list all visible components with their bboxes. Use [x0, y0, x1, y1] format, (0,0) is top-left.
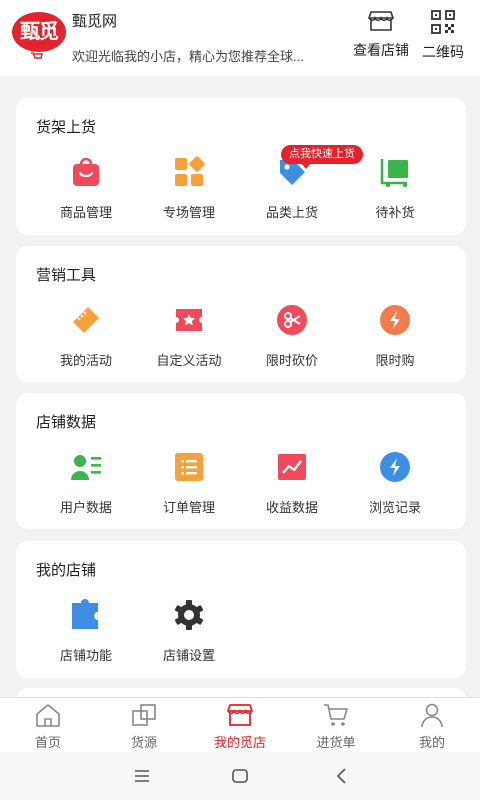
section-shelf: 货架上货 商品管理 专场管理 品类上货 待补货 点我快速上货 — [16, 98, 466, 235]
item-label: 待补货 — [375, 205, 415, 220]
shop-description: 欢迎光临我的小店，精心为您推荐全球... — [72, 49, 304, 64]
item-label: 限时购 — [375, 353, 415, 368]
user-card-icon — [71, 455, 101, 480]
gear-icon — [174, 600, 204, 630]
chart-icon — [278, 454, 306, 480]
flash-icon — [380, 452, 410, 482]
order-management-button[interactable]: 订单管理 — [139, 451, 239, 516]
tab-label: 我的 — [418, 735, 445, 750]
revenue-data-button[interactable]: 收益数据 — [242, 451, 342, 516]
item-label: 限时砍价 — [265, 353, 318, 368]
cut-price-icon — [277, 305, 307, 335]
item-label: 专场管理 — [162, 205, 215, 220]
cart-icon — [380, 159, 408, 188]
special-management-button[interactable]: 专场管理 — [139, 156, 239, 221]
shop-settings-button[interactable]: 店铺设置 — [139, 599, 239, 664]
view-shop-button[interactable]: 查看店铺 — [346, 10, 416, 66]
quick-listing-badge[interactable]: 点我快速上货 — [281, 145, 363, 169]
qrcode-button[interactable]: 二维码 — [408, 10, 478, 66]
item-label: 店铺功能 — [59, 648, 112, 663]
grid-icon — [175, 156, 205, 186]
view-shop-label: 查看店铺 — [353, 42, 409, 58]
user-data-button[interactable]: 用户数据 — [36, 451, 136, 516]
system-nav-bar — [0, 752, 480, 800]
section-title: 营销工具 — [36, 267, 97, 284]
logo-text: 甄觅 — [12, 12, 66, 52]
star-coupon-icon — [176, 309, 202, 331]
tab-home[interactable]: 首页 — [0, 702, 96, 751]
menu-icon[interactable] — [130, 764, 154, 788]
flash-sale-button[interactable]: 限时购 — [345, 304, 445, 369]
logo-cart-icon — [31, 52, 43, 59]
tab-purchase-list[interactable]: 进货单 — [288, 702, 384, 751]
store-icon — [227, 704, 253, 726]
list-icon — [175, 453, 203, 481]
tab-label: 货源 — [130, 735, 157, 750]
source-icon — [132, 704, 156, 726]
tab-my-store[interactable]: 我的觅店 — [192, 702, 288, 751]
tab-label: 首页 — [34, 735, 61, 750]
tab-profile[interactable]: 我的 — [384, 702, 480, 751]
product-management-button[interactable]: 商品管理 — [36, 156, 136, 221]
store-icon — [368, 11, 394, 31]
browse-history-button[interactable]: 浏览记录 — [345, 451, 445, 516]
restock-button[interactable]: 待补货 — [345, 156, 445, 221]
flash-icon — [380, 305, 410, 335]
tab-label: 进货单 — [316, 735, 356, 750]
item-label: 店铺设置 — [162, 648, 215, 663]
section-shop-data: 店铺数据 用户数据 订单管理 收益数据 浏览记录 — [16, 393, 466, 529]
section-title: 我的店铺 — [36, 562, 97, 579]
section-title: 店铺数据 — [36, 414, 97, 431]
header: 甄觅 甄觅网 欢迎光临我的小店，精心为您推荐全球... 查看店铺 二维码 — [0, 0, 480, 76]
puzzle-icon — [72, 599, 98, 629]
my-activity-button[interactable]: 我的活动 — [36, 304, 136, 369]
item-label: 商品管理 — [59, 205, 112, 220]
home-icon — [36, 704, 60, 727]
section-marketing: 营销工具 我的活动 自定义活动 限时砍价 限时购 — [16, 246, 466, 382]
section-my-shop: 我的店铺 店铺功能 店铺设置 — [16, 541, 466, 678]
custom-activity-button[interactable]: 自定义活动 — [139, 304, 239, 369]
category-listing-button[interactable]: 品类上货 — [242, 156, 342, 221]
section-title: 货架上货 — [36, 119, 97, 136]
qrcode-label: 二维码 — [422, 44, 464, 60]
ticket-icon — [73, 307, 99, 333]
item-label: 品类上货 — [265, 205, 318, 220]
item-label: 订单管理 — [162, 500, 215, 515]
shop-features-button[interactable]: 店铺功能 — [36, 599, 136, 664]
back-icon[interactable] — [330, 764, 354, 788]
person-icon — [421, 703, 443, 728]
bottom-tab-bar: 首页 货源 我的觅店 进货单 我的 — [0, 697, 480, 752]
item-label: 我的活动 — [59, 353, 112, 368]
bag-icon — [73, 157, 99, 186]
cart-icon — [324, 704, 348, 726]
qrcode-icon — [431, 10, 455, 34]
item-label: 自定义活动 — [156, 353, 222, 368]
home-button-icon[interactable] — [228, 764, 252, 788]
item-label: 浏览记录 — [368, 500, 421, 515]
item-label: 用户数据 — [59, 500, 112, 515]
tab-source[interactable]: 货源 — [96, 702, 192, 751]
tab-label: 我的觅店 — [213, 735, 266, 750]
shop-name: 甄觅网 — [72, 13, 118, 30]
item-label: 收益数据 — [265, 500, 318, 515]
shop-logo: 甄觅 — [12, 12, 66, 60]
flash-bargain-button[interactable]: 限时砍价 — [242, 304, 342, 369]
